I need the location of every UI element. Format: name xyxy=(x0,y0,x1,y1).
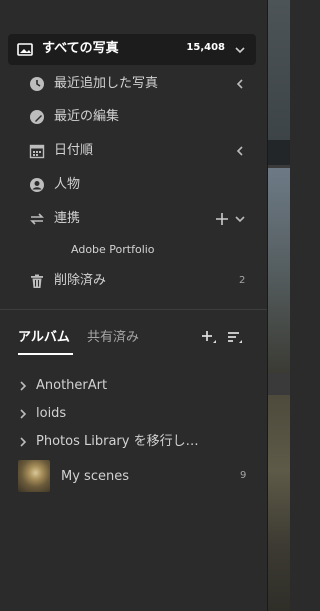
chevron-right-icon[interactable] xyxy=(17,380,29,392)
chevron-left-icon[interactable] xyxy=(234,78,246,90)
sort-icon[interactable] xyxy=(227,330,243,346)
sidebar-item-recently-added[interactable]: 最近追加した写真 xyxy=(0,69,267,99)
edit-recent-icon xyxy=(29,109,45,125)
add-icon[interactable] xyxy=(215,212,229,226)
album-label: AnotherArt xyxy=(36,378,108,393)
album-label: loids xyxy=(36,406,67,421)
sidebar-item-label: 最近の編集 xyxy=(54,109,120,124)
sidebar-item-adobe-portfolio[interactable]: Adobe Portfolio xyxy=(0,235,267,265)
trash-icon xyxy=(29,273,45,289)
chevron-right-icon[interactable] xyxy=(17,408,29,420)
album-tabs: アルバム 共有済み xyxy=(0,325,267,357)
tab-underline xyxy=(18,353,73,355)
photo-thumbnail[interactable] xyxy=(268,395,290,611)
photo-grid-edge[interactable] xyxy=(268,0,290,611)
sidebar-item-deleted[interactable]: 削除済み 2 xyxy=(0,266,267,296)
chevron-down-icon[interactable] xyxy=(234,213,246,225)
sidebar-item-people[interactable]: 人物 xyxy=(0,170,267,200)
sidebar-item-by-date[interactable]: 日付順 xyxy=(0,136,267,166)
divider xyxy=(0,309,267,310)
tab-albums[interactable]: アルバム xyxy=(18,329,70,347)
sync-icon xyxy=(29,211,45,227)
photos-icon xyxy=(17,42,33,57)
sidebar-item-integrations[interactable]: 連携 xyxy=(0,204,267,234)
album-item-my-scenes[interactable]: My scenes 9 xyxy=(0,466,267,488)
sidebar-item-label: 削除済み xyxy=(54,273,107,288)
photo-thumbnail[interactable] xyxy=(268,0,290,165)
sidebar-item-label: Adobe Portfolio xyxy=(71,243,155,256)
album-count: 9 xyxy=(240,470,247,481)
album-item-loids[interactable]: loids xyxy=(0,403,267,425)
chevron-down-icon[interactable] xyxy=(234,44,246,56)
sidebar-item-label: 人物 xyxy=(54,177,81,192)
all-photos-item[interactable]: すべての写真 15,408 xyxy=(8,34,256,65)
calendar-icon xyxy=(29,143,45,159)
album-item-photos-library[interactable]: Photos Library を移行し… xyxy=(0,431,267,453)
person-icon xyxy=(29,177,45,193)
all-photos-count: 15,408 xyxy=(186,42,225,53)
album-label: My scenes xyxy=(61,469,129,484)
sidebar-item-recent-edits[interactable]: 最近の編集 xyxy=(0,102,267,132)
album-label: Photos Library を移行し… xyxy=(36,434,199,449)
sidebar-item-label: 連携 xyxy=(54,211,81,226)
chevron-left-icon[interactable] xyxy=(234,145,246,157)
add-album-icon[interactable] xyxy=(201,330,217,346)
tab-shared[interactable]: 共有済み xyxy=(87,329,139,347)
library-panel: すべての写真 15,408 最近追加した写真 最近の編集 日付順 人物 連携 A… xyxy=(0,0,268,611)
sidebar-item-label: 日付順 xyxy=(54,143,94,158)
sidebar-item-label: 最近追加した写真 xyxy=(54,76,159,91)
all-photos-label: すべての写真 xyxy=(42,41,119,56)
album-item-anotherart[interactable]: AnotherArt xyxy=(0,375,267,397)
photo-thumbnail[interactable] xyxy=(268,168,290,373)
chevron-right-icon[interactable] xyxy=(17,436,29,448)
clock-icon xyxy=(29,76,45,92)
deleted-count: 2 xyxy=(239,275,246,286)
